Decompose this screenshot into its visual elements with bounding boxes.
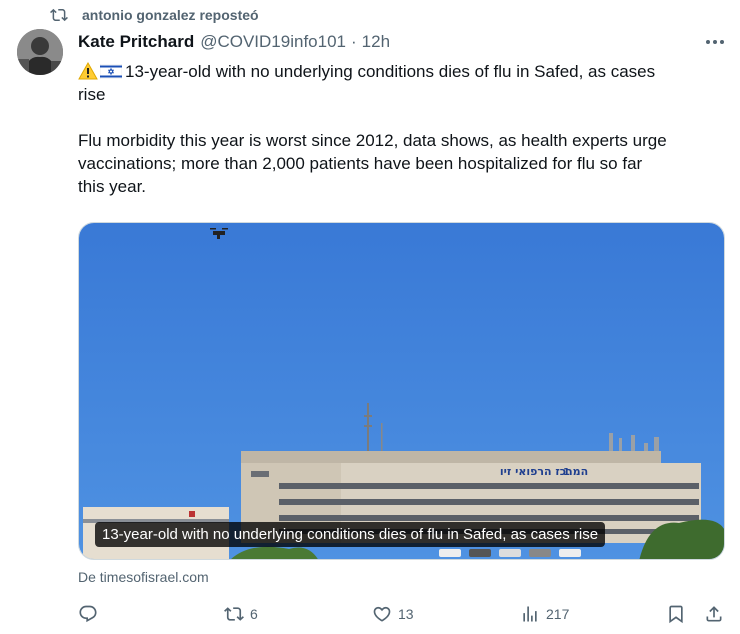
repost-button[interactable]: 6 xyxy=(224,600,258,628)
reply-icon xyxy=(79,605,97,623)
warning-icon xyxy=(78,61,98,80)
reply-button[interactable] xyxy=(78,600,104,628)
bookmark-icon xyxy=(669,605,683,624)
like-count: 13 xyxy=(398,606,414,622)
share-button[interactable] xyxy=(704,600,730,628)
tweet-headline: 13-year-old with no underlying condition… xyxy=(125,62,656,81)
building-number: 1 xyxy=(563,467,570,478)
bookmark-button[interactable] xyxy=(666,600,692,628)
tweet-header: Kate Pritchard @COVID19info101 · 12h xyxy=(78,30,680,54)
avatar[interactable] xyxy=(17,29,63,75)
repost-count: 6 xyxy=(250,606,258,622)
repost-text: antonio gonzalez reposteó xyxy=(82,7,259,23)
tweet-text: 13-year-old with no underlying condition… xyxy=(78,60,728,198)
views-button[interactable]: 217 xyxy=(520,600,569,628)
link-source[interactable]: De timesofisrael.com xyxy=(78,569,209,585)
tweet-time[interactable]: 12h xyxy=(362,32,390,52)
israel-flag-icon xyxy=(99,62,123,80)
tweet-line-5: this year. xyxy=(78,177,147,196)
views-count: 217 xyxy=(546,606,570,622)
tweet-line-1: 13-year-old with no underlying condition… xyxy=(78,60,728,83)
repost-action-icon xyxy=(224,607,244,621)
repost-icon xyxy=(50,6,68,24)
author-handle[interactable]: @COVID19info101 xyxy=(200,32,346,52)
separator-dot: · xyxy=(350,32,357,51)
media-image[interactable]: המרכז הרפואי זיו 1 13-year-old with no u… xyxy=(78,222,725,560)
media-caption: 13-year-old with no underlying condition… xyxy=(95,522,606,547)
action-bar: 6 13 217 xyxy=(78,600,728,628)
more-options-icon[interactable] xyxy=(704,33,726,51)
views-icon xyxy=(523,606,537,622)
building-sign: המרכז הרפואי זיו xyxy=(500,465,588,478)
author-name[interactable]: Kate Pritchard xyxy=(78,32,194,52)
share-icon xyxy=(706,606,722,622)
heart-icon xyxy=(373,606,391,622)
tweet-line-3: Flu morbidity this year is worst since 2… xyxy=(78,131,667,150)
tweet-line-2: rise xyxy=(78,85,106,104)
like-button[interactable]: 13 xyxy=(372,600,414,628)
tweet-line-4: vaccinations; more than 2,000 patients h… xyxy=(78,154,643,173)
repost-indicator[interactable]: antonio gonzalez reposteó xyxy=(50,4,259,26)
